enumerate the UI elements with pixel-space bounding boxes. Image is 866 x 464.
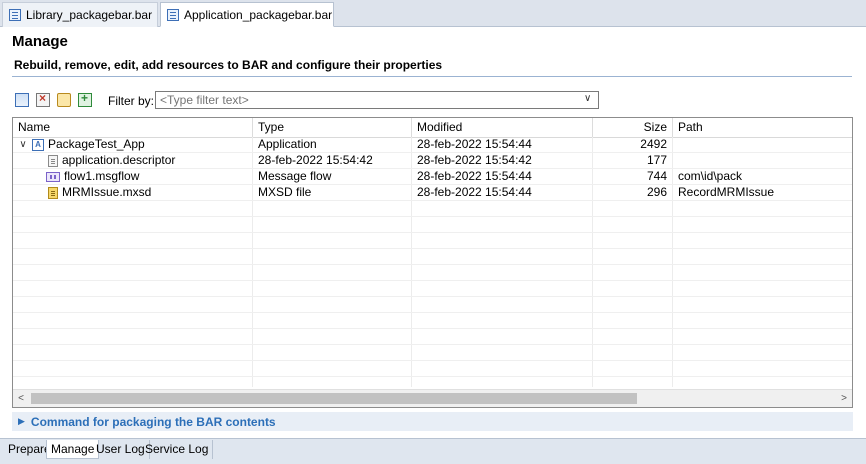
empty-row bbox=[13, 377, 852, 387]
table-row[interactable]: MRMIssue.mxsd MXSD file 28-feb-2022 15:5… bbox=[13, 185, 852, 201]
row-path bbox=[673, 153, 852, 168]
table-body: ∨ A PackageTest_App Application 28-feb-2… bbox=[13, 137, 852, 387]
empty-row bbox=[13, 217, 852, 233]
tab-label: Application_packagebar.bar bbox=[184, 7, 333, 22]
chevron-left-icon[interactable]: < bbox=[13, 390, 29, 407]
empty-row bbox=[13, 201, 852, 217]
rebuild-icon[interactable] bbox=[15, 93, 29, 107]
row-name: PackageTest_App bbox=[48, 137, 145, 151]
tab-label: Library_packagebar.bar bbox=[26, 8, 153, 22]
row-size: 744 bbox=[593, 169, 673, 184]
row-path: com\id\pack bbox=[678, 169, 743, 183]
header-divider bbox=[12, 76, 852, 77]
editor-tab-bar: Library_packagebar.bar Application_packa… bbox=[0, 0, 866, 27]
command-section-toggle[interactable]: ▶ Command for packaging the BAR contents bbox=[12, 412, 853, 431]
column-header-modified[interactable]: Modified bbox=[412, 118, 593, 137]
empty-row bbox=[13, 265, 852, 281]
empty-row bbox=[13, 297, 852, 313]
empty-row bbox=[13, 249, 852, 265]
page-title: Manage bbox=[12, 33, 68, 50]
page-tab-bar: Prepare Manage User Log Service Log bbox=[0, 438, 866, 464]
row-type: MXSD file bbox=[253, 185, 412, 200]
row-size: 177 bbox=[593, 153, 673, 168]
column-header-size[interactable]: Size bbox=[593, 118, 673, 137]
command-section-label: Command for packaging the BAR contents bbox=[30, 414, 276, 429]
scrollbar-thumb[interactable] bbox=[31, 393, 637, 404]
filter-input[interactable] bbox=[155, 91, 599, 109]
chevron-right-icon: ▶ bbox=[18, 416, 25, 426]
empty-row bbox=[13, 313, 852, 329]
bar-editor: Library_packagebar.bar Application_packa… bbox=[0, 0, 866, 464]
tab-library-packagebar[interactable]: Library_packagebar.bar bbox=[2, 2, 158, 27]
column-header-name[interactable]: Name bbox=[13, 118, 253, 137]
empty-row bbox=[13, 233, 852, 249]
row-path bbox=[673, 137, 852, 152]
mxsd-icon bbox=[48, 186, 58, 199]
empty-row bbox=[13, 329, 852, 345]
remove-icon[interactable] bbox=[36, 91, 50, 107]
chevron-right-icon[interactable]: > bbox=[836, 390, 852, 407]
bar-file-icon bbox=[167, 8, 179, 21]
filter-label: Filter by: bbox=[108, 94, 155, 108]
edit-icon[interactable] bbox=[57, 93, 71, 107]
application-icon: A bbox=[32, 138, 44, 151]
resources-table: Name Type Modified Size Path ∨ A Package… bbox=[12, 117, 853, 408]
msgflow-icon bbox=[46, 171, 60, 182]
row-modified: 28-feb-2022 15:54:42 bbox=[412, 153, 593, 168]
descriptor-icon bbox=[48, 154, 58, 167]
tab-application-packagebar[interactable]: Application_packagebar.bar ✕ bbox=[160, 2, 334, 27]
horizontal-scrollbar[interactable]: < > bbox=[13, 389, 852, 407]
table-row[interactable]: ∨ A PackageTest_App Application 28-feb-2… bbox=[13, 137, 852, 153]
table-row[interactable]: flow1.msgflow Message flow 28-feb-2022 1… bbox=[13, 169, 852, 185]
row-path: RecordMRMIssue bbox=[678, 185, 775, 199]
table-row[interactable]: application.descriptor 28-feb-2022 15:54… bbox=[13, 153, 852, 169]
row-modified: 28-feb-2022 15:54:44 bbox=[412, 137, 593, 152]
row-size: 296 bbox=[593, 185, 673, 200]
row-name: MRMIssue.mxsd bbox=[62, 185, 152, 199]
row-size: 2492 bbox=[593, 137, 673, 152]
chevron-down-icon[interactable]: ∨ bbox=[18, 137, 28, 152]
table-header: Name Type Modified Size Path bbox=[13, 118, 852, 138]
page-subtitle: Rebuild, remove, edit, add resources to … bbox=[14, 58, 443, 72]
chevron-down-icon[interactable]: ∨ bbox=[584, 93, 591, 104]
add-icon[interactable] bbox=[78, 91, 92, 107]
column-header-path[interactable]: Path bbox=[673, 118, 852, 137]
row-modified: 28-feb-2022 15:54:44 bbox=[412, 185, 593, 200]
tab-service-log[interactable]: Service Log bbox=[141, 440, 214, 459]
empty-row bbox=[13, 361, 852, 377]
bar-file-icon bbox=[9, 9, 21, 21]
row-type: Message flow bbox=[253, 169, 412, 184]
row-name: flow1.msgflow bbox=[64, 169, 140, 183]
row-type: Application bbox=[253, 137, 412, 152]
row-modified: 28-feb-2022 15:54:44 bbox=[412, 169, 593, 184]
row-type: 28-feb-2022 15:54:42 bbox=[253, 153, 412, 168]
row-name: application.descriptor bbox=[62, 153, 176, 167]
empty-row bbox=[13, 281, 852, 297]
column-header-type[interactable]: Type bbox=[253, 118, 412, 137]
empty-row bbox=[13, 345, 852, 361]
